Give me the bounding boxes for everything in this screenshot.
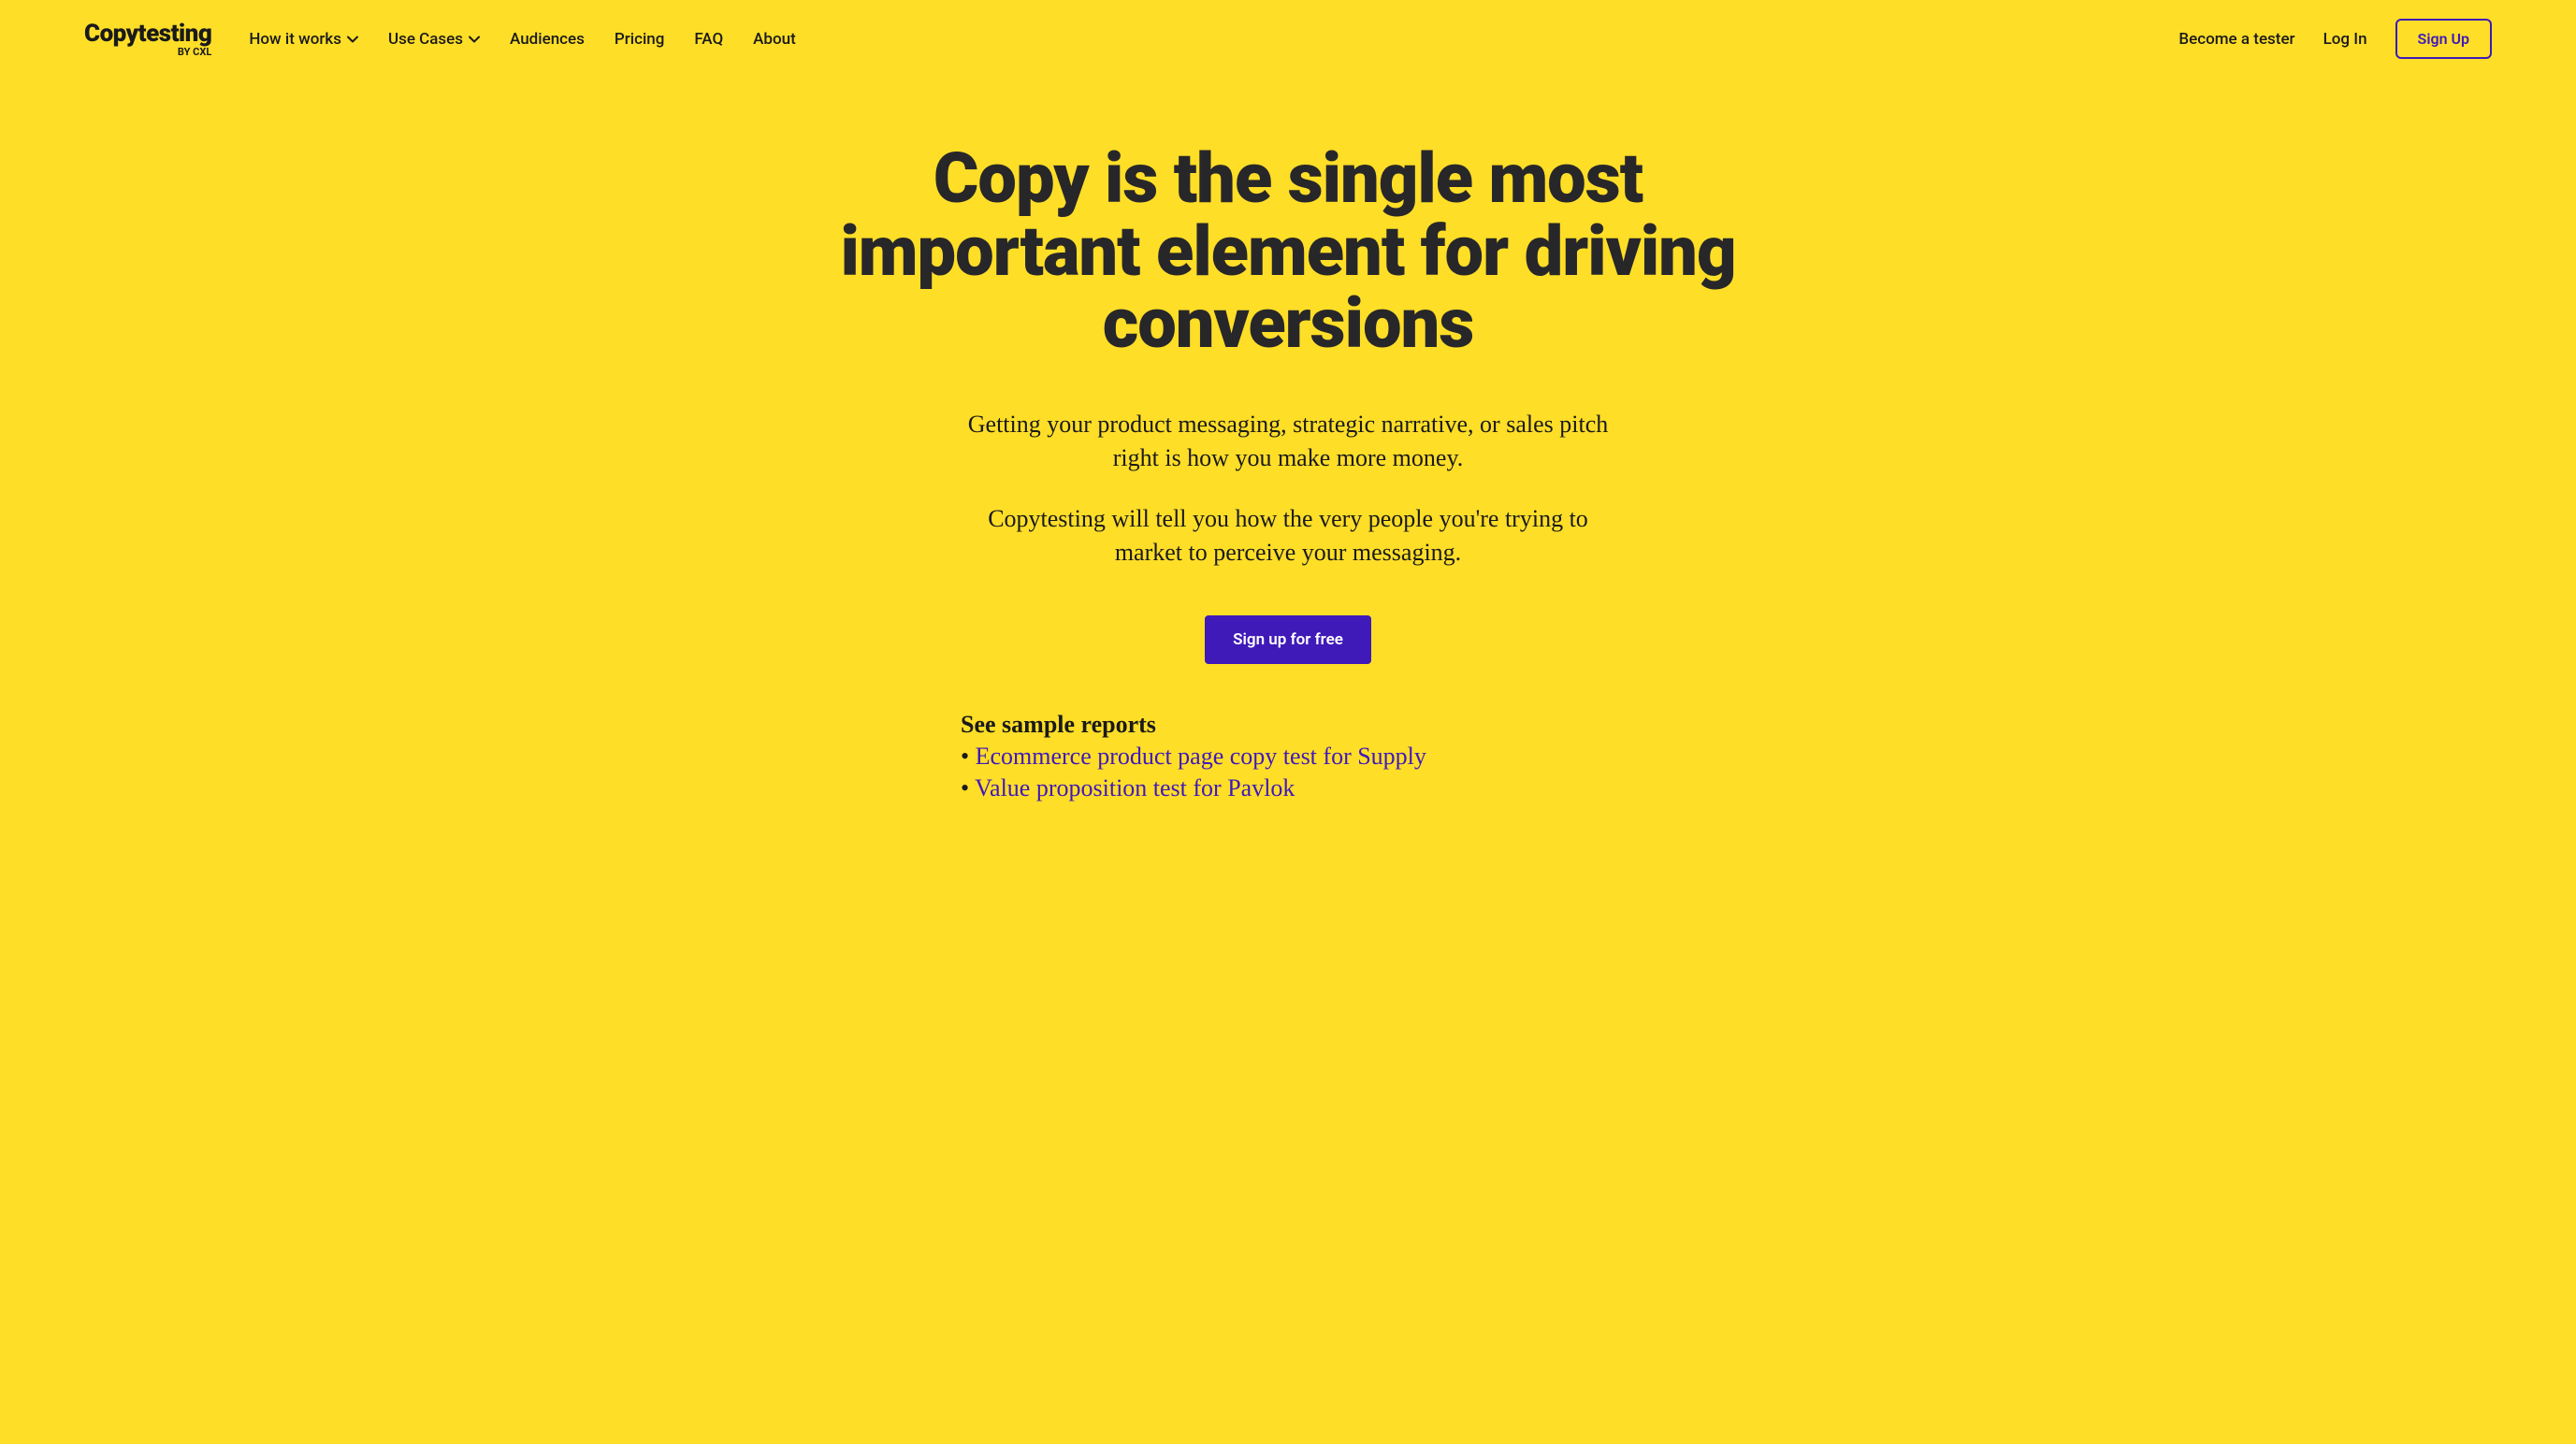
hero-title: Copy is the single most important elemen… <box>839 143 1737 361</box>
sample-report-link-2[interactable]: Value proposition test for Pavlok <box>975 774 1295 801</box>
nav-label: Audiences <box>510 30 585 49</box>
hero-subtitle-2: Copytesting will tell you how the very p… <box>951 502 1625 570</box>
sample-report-row-2: • Value proposition test for Pavlok <box>961 774 1625 802</box>
header-left: Copytesting BY CXL How it works Use Case… <box>84 20 796 58</box>
bullet-icon: • <box>961 774 969 801</box>
nav-audiences[interactable]: Audiences <box>510 30 585 49</box>
nav-label: About <box>753 30 796 49</box>
sample-reports: See sample reports • Ecommerce product p… <box>951 711 1625 802</box>
signup-free-button[interactable]: Sign up for free <box>1205 615 1371 664</box>
chevron-down-icon <box>347 34 358 45</box>
header-right: Become a tester Log In Sign Up <box>2178 19 2492 59</box>
logo-main: Copytesting <box>84 20 211 48</box>
nav-faq[interactable]: FAQ <box>694 30 723 49</box>
chevron-down-icon <box>469 34 480 45</box>
sample-report-link-1[interactable]: Ecommerce product page copy test for Sup… <box>976 743 1426 770</box>
login-link[interactable]: Log In <box>2323 30 2367 49</box>
hero-section: Copy is the single most important elemen… <box>0 78 2576 859</box>
hero-subtitle-1: Getting your product messaging, strategi… <box>951 408 1625 476</box>
sample-report-row-1: • Ecommerce product page copy test for S… <box>961 743 1625 771</box>
signup-button[interactable]: Sign Up <box>2395 19 2492 59</box>
nav-how-it-works[interactable]: How it works <box>249 30 358 49</box>
nav-use-cases[interactable]: Use Cases <box>388 30 480 49</box>
nav-label: Use Cases <box>388 30 463 49</box>
nav-label: Pricing <box>615 30 665 49</box>
nav-about[interactable]: About <box>753 30 796 49</box>
sample-reports-heading: See sample reports <box>961 711 1625 739</box>
logo[interactable]: Copytesting BY CXL <box>84 20 211 58</box>
logo-sub: BY CXL <box>178 46 211 58</box>
become-tester-link[interactable]: Become a tester <box>2178 30 2294 49</box>
bullet-icon: • <box>961 743 969 770</box>
hero-subtitle: Getting your product messaging, strategi… <box>951 408 1625 570</box>
site-header: Copytesting BY CXL How it works Use Case… <box>0 0 2576 78</box>
nav-label: How it works <box>249 30 341 49</box>
main-nav: How it works Use Cases Audiences Pricing… <box>249 30 795 49</box>
nav-label: FAQ <box>694 30 723 49</box>
nav-pricing[interactable]: Pricing <box>615 30 665 49</box>
